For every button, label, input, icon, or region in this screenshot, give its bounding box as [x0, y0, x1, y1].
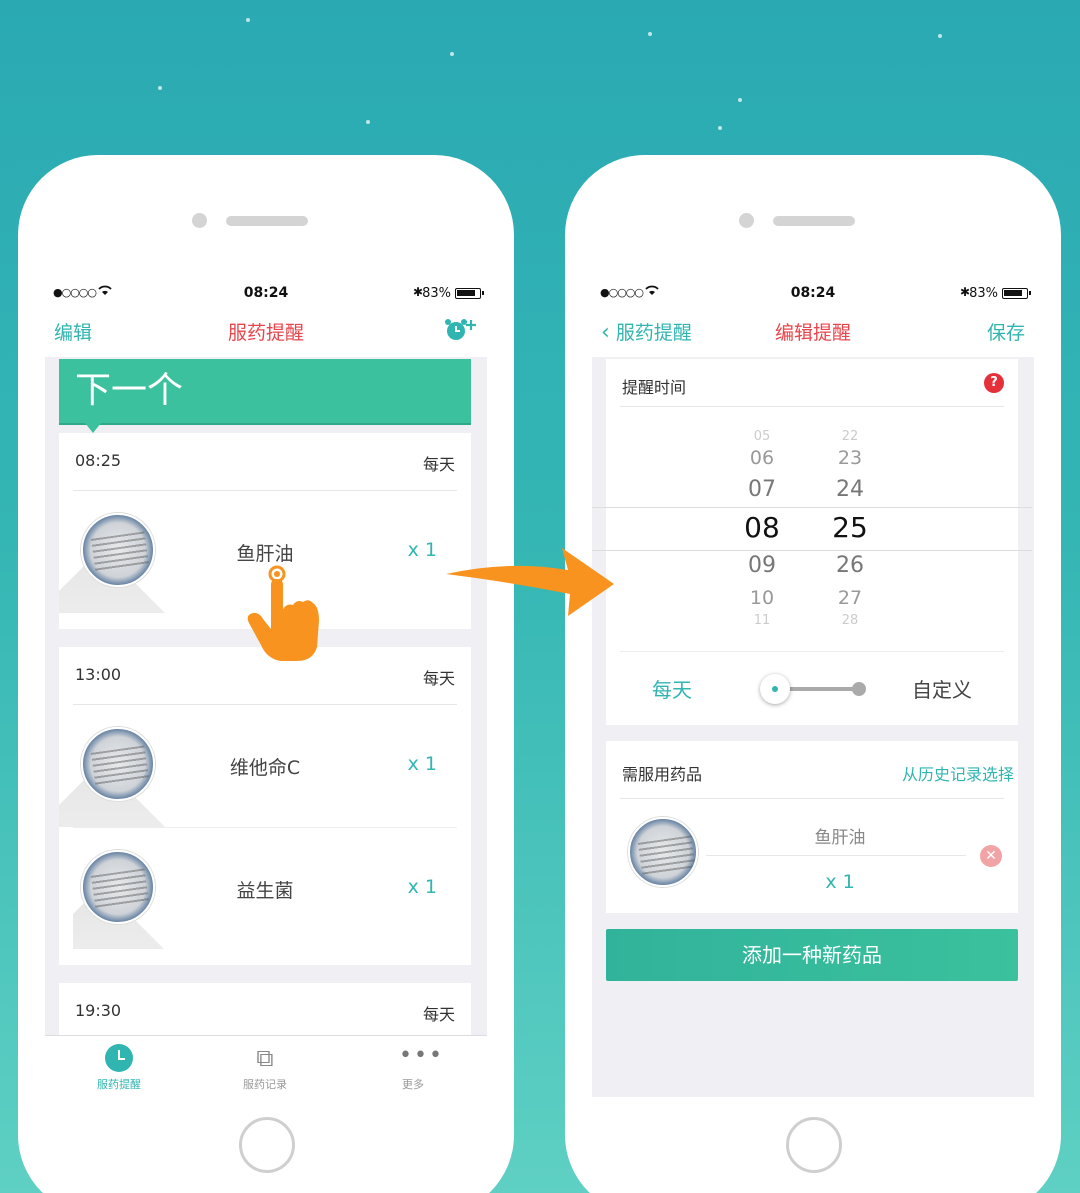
star	[158, 86, 162, 90]
schedule-header: 08:25 每天	[73, 433, 457, 491]
save-button[interactable]: 保存	[987, 318, 1025, 345]
nav-bar: 编辑 服药提醒	[45, 305, 487, 357]
back-button[interactable]: ‹ 服药提醒	[601, 318, 692, 345]
frequency-switch[interactable]	[760, 674, 866, 704]
star	[938, 34, 942, 38]
nav-bar: ‹ 服药提醒 编辑提醒 保存	[592, 305, 1034, 357]
tab-label: 服药记录	[243, 1078, 287, 1091]
minute-option: 24	[836, 477, 864, 502]
picker-selection-band	[592, 507, 1032, 551]
schedule-frequency: 每天	[422, 1005, 455, 1024]
more-dots-icon: •••	[399, 1043, 444, 1068]
front-camera	[192, 213, 207, 228]
phone-right: ●○○○○ 08:24 ✱ 83% ‹ 服药提醒 编辑提醒 保存 提醒时间 ?	[565, 155, 1061, 1193]
minute-option: 26	[836, 553, 864, 578]
edit-reminder-screen: ●○○○○ 08:24 ✱ 83% ‹ 服药提醒 编辑提醒 保存 提醒时间 ?	[592, 281, 1034, 1097]
minute-option: 27	[837, 587, 863, 609]
star	[246, 18, 250, 22]
pill-tag-icon: ⧉	[256, 1044, 274, 1072]
hour-option: 06	[749, 447, 775, 469]
next-banner: 下一个	[59, 359, 471, 433]
section-header: 需服用药品 从历史记录选择	[620, 741, 1014, 799]
add-medicine-button[interactable]: 添加一种新药品	[606, 929, 1018, 981]
chevron-left-icon: ‹	[601, 320, 610, 345]
tap-hand-icon	[247, 565, 319, 661]
tab-bar: 服药提醒 ⧉ 服药记录 ••• 更多	[45, 1035, 487, 1097]
hour-option: 11	[753, 613, 771, 628]
tab-label: 服药提醒	[97, 1078, 141, 1091]
alarm-add-icon[interactable]	[444, 318, 478, 347]
tab-records[interactable]: ⧉ 服药记录	[215, 1036, 315, 1097]
phone-left: ●○○○○ 08:24 ✱ 83% 编辑 服药提醒 下一个 08:25 每天 鱼…	[18, 155, 514, 1193]
battery-percent: 83%	[422, 286, 451, 301]
minute-option: 23	[837, 447, 863, 469]
hour-option: 07	[748, 477, 776, 502]
hour-option: 10	[749, 587, 775, 609]
clock-icon	[105, 1044, 133, 1072]
medicine-row[interactable]: 益生菌 x 1	[73, 827, 457, 949]
flow-arrow-icon	[446, 548, 614, 616]
star	[738, 98, 742, 102]
back-label: 服药提醒	[615, 322, 692, 344]
reminder-time-section: 提醒时间 ? 05 06 07 08 09 10 11 22 23 24 25 …	[592, 359, 1032, 725]
medicine-quantity: x 1	[407, 876, 437, 898]
medicine-quantity: x 1	[407, 753, 437, 775]
daily-option[interactable]: 每天	[652, 674, 692, 703]
section-title: 需服用药品	[622, 765, 703, 784]
reminder-list-screen: ●○○○○ 08:24 ✱ 83% 编辑 服药提醒 下一个 08:25 每天 鱼…	[45, 281, 487, 1097]
tab-reminders[interactable]: 服药提醒	[69, 1036, 169, 1097]
star	[718, 126, 722, 130]
speaker	[773, 216, 855, 226]
medicines-section: 需服用药品 从历史记录选择 鱼肝油 x 1 ✕	[606, 741, 1018, 913]
schedule-time: 13:00	[75, 665, 122, 684]
hour-option: 09	[748, 553, 776, 578]
schedule-frequency: 每天	[422, 669, 455, 688]
schedule-time: 19:30	[75, 1001, 122, 1020]
medicine-name: 益生菌	[236, 880, 294, 902]
hour-option: 05	[753, 429, 771, 444]
battery-icon	[455, 288, 484, 299]
section-title: 提醒时间	[622, 378, 687, 397]
frequency-toggle-row: 每天 自定义	[620, 651, 1004, 723]
schedule-card[interactable]: 13:00 每天 维他命C x 1 益生菌 x 1	[59, 647, 471, 965]
minute-option: 22	[841, 429, 859, 444]
section-header: 提醒时间 ?	[620, 359, 1004, 407]
divider	[706, 855, 966, 856]
tab-label: 更多	[402, 1078, 424, 1091]
schedule-time: 08:25	[75, 451, 122, 470]
delete-icon[interactable]: ✕	[980, 845, 1002, 867]
medicine-quantity[interactable]: x 1	[786, 871, 894, 893]
home-button[interactable]	[239, 1117, 295, 1173]
switch-end-dot	[852, 682, 866, 696]
time-picker[interactable]: 05 06 07 08 09 10 11 22 23 24 25 26 27 2…	[592, 407, 1032, 651]
history-select-link[interactable]: 从历史记录选择	[902, 761, 1014, 785]
medicine-edit-row[interactable]: 鱼肝油 x 1 ✕	[606, 799, 1018, 911]
status-bar: ●○○○○ 08:24 ✱ 83%	[45, 281, 487, 305]
switch-knob[interactable]	[760, 674, 790, 704]
hour-selected: 08	[744, 511, 780, 544]
battery-percent: 83%	[969, 286, 998, 301]
medicine-name[interactable]: 鱼肝油	[786, 823, 894, 848]
tab-more[interactable]: ••• 更多	[363, 1036, 463, 1097]
help-icon[interactable]: ?	[984, 373, 1004, 393]
star	[450, 52, 454, 56]
page-title: 服药提醒	[227, 322, 304, 344]
edit-button[interactable]: 编辑	[54, 318, 92, 345]
home-button[interactable]	[786, 1117, 842, 1173]
status-bar: ●○○○○ 08:24 ✱ 83%	[592, 281, 1034, 305]
star	[366, 120, 370, 124]
star	[648, 32, 652, 36]
minute-option: 28	[841, 613, 859, 628]
minute-selected: 25	[832, 511, 868, 544]
speaker	[226, 216, 308, 226]
schedule-header: 19:30 每天	[73, 983, 457, 1041]
medicine-row[interactable]: 维他命C x 1	[59, 705, 471, 827]
battery-icon	[1002, 288, 1031, 299]
custom-option[interactable]: 自定义	[912, 674, 972, 703]
front-camera	[739, 213, 754, 228]
schedule-frequency: 每天	[422, 455, 455, 474]
medicine-photo	[628, 817, 698, 887]
medicine-quantity: x 1	[407, 539, 437, 561]
